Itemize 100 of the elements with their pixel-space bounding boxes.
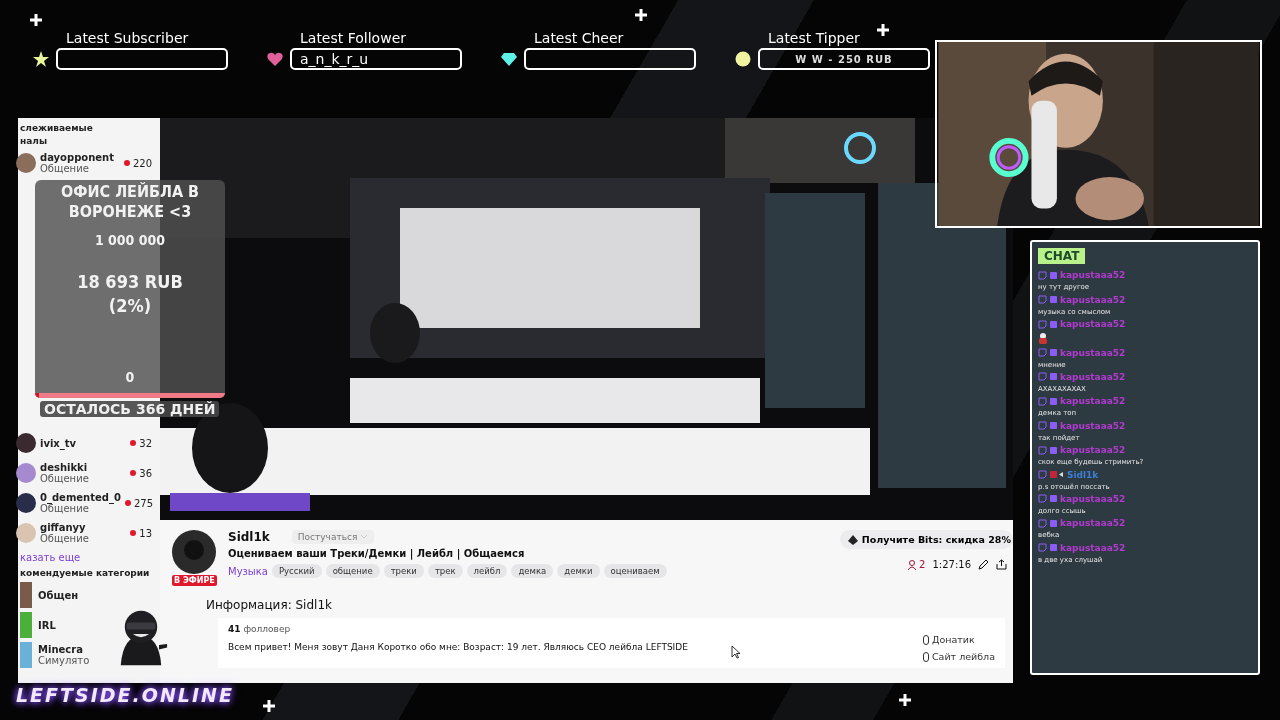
days-left: ОСТАЛОСЬ 366 ДНЕЙ: [40, 401, 220, 417]
pencil-icon[interactable]: [978, 559, 989, 570]
link-icon: [922, 651, 929, 662]
link-icon: [922, 634, 929, 645]
link[interactable]: Донатик: [922, 634, 995, 645]
channel-category: Общение: [40, 533, 89, 544]
live-badge: В ЭФИРЕ: [172, 575, 217, 586]
twitch-icon: [1038, 421, 1047, 431]
sub-badge-icon: [1050, 422, 1057, 430]
widget-label: Latest Tipper: [768, 30, 861, 46]
tag[interactable]: лейбл: [466, 564, 508, 578]
channel-category: Общение: [40, 163, 89, 174]
mouse-cursor-icon: [731, 645, 741, 659]
tag[interactable]: общение: [325, 564, 380, 578]
share-icon[interactable]: [996, 559, 1007, 570]
sparkle-icon: [899, 694, 911, 706]
tag[interactable]: демки: [557, 564, 600, 578]
sparkle-icon: [635, 9, 647, 21]
sidebar-header: комендуемые категории: [20, 567, 151, 580]
sparkle-icon: [30, 14, 42, 26]
goal-amount: 18 693 RUB (2%): [77, 270, 183, 318]
bio-text: Всем привет! Меня зовут Даня Коротко обо мне: Возраст: 19 лет. Являюсь CEO лейбла LEFTSIDE: [228, 642, 688, 652]
sub-badge-icon: [1050, 495, 1057, 503]
sidebar-header: налы: [20, 135, 49, 148]
category-thumbnail: [20, 642, 32, 668]
twitch-icon: [1038, 543, 1047, 553]
gem-icon: [500, 50, 518, 68]
category-genre: Симулято: [38, 655, 90, 666]
goal-title: ОФИС ЛЕЙБЛА В ВОРОНЕЖЕ <3: [60, 182, 200, 222]
viewer-count: 32: [130, 437, 152, 449]
sub-badge-icon: [1050, 519, 1057, 527]
widget-value: W W - 250 RUB: [795, 53, 893, 65]
uptime: 1:27:16: [932, 559, 971, 570]
widget-label: Latest Subscriber: [66, 30, 190, 46]
person-icon: [907, 559, 918, 570]
widget-value: a_n_k_r_u: [300, 51, 369, 67]
coin-icon: [734, 50, 752, 68]
heart-icon: [266, 50, 284, 68]
twitch-icon: [1038, 319, 1047, 329]
show-more-link[interactable]: казать еще: [20, 552, 160, 563]
goal-start: 0: [125, 369, 135, 385]
avatar: [16, 433, 36, 453]
channel-name: 0_demented_0: [40, 492, 121, 503]
knock-button[interactable]: Постучаться: [291, 530, 375, 544]
channel-name: giffanyy: [40, 522, 86, 533]
tag[interactable]: демка: [511, 564, 554, 578]
camera-badge-icon: [1050, 471, 1064, 478]
sparkle-icon: [263, 700, 275, 712]
avatar: [16, 463, 36, 483]
tag[interactable]: треки: [383, 564, 424, 578]
channel-avatar: [172, 530, 216, 574]
category-name: Minecra: [38, 644, 84, 655]
sub-badge-icon: [1050, 271, 1057, 279]
avatar: [16, 153, 36, 173]
tag[interactable]: оцениваем: [603, 564, 667, 578]
follower-count: 41 фолловер: [228, 624, 292, 634]
sub-badge-icon: [1050, 296, 1057, 304]
category-thumbnail: [20, 582, 32, 608]
bits-icon: [847, 534, 858, 545]
sub-badge-icon: [1050, 320, 1057, 328]
twitch-icon: [1038, 270, 1047, 280]
twitch-icon: [1038, 470, 1047, 479]
twitch-icon: [1038, 396, 1047, 406]
viewer-count: 13: [130, 527, 152, 539]
channel-name: dayopponent: [40, 152, 114, 163]
sub-badge-icon: [1050, 397, 1057, 405]
avatar: [16, 493, 36, 513]
twitch-icon: [1038, 518, 1047, 528]
twitch-icon: [1038, 445, 1047, 455]
chat-title: CHAT: [1038, 248, 1086, 264]
twitch-icon: [1038, 372, 1047, 382]
widget-label: Latest Follower: [300, 30, 407, 46]
tag[interactable]: трек: [427, 564, 463, 578]
twitch-icon: [1038, 494, 1047, 504]
sub-badge-icon: [1050, 544, 1057, 552]
channel-category: Общение: [40, 503, 89, 514]
channel-name: ivix_tv: [40, 437, 77, 449]
goal-target: 1 000 000: [94, 232, 166, 248]
category-name: Общен: [38, 589, 79, 601]
viewer-count: 275: [124, 497, 153, 509]
stream-title: Оцениваем ваши Треки/Демки | Лейбл | Общаемся: [228, 548, 526, 559]
about-title: Информация: Sidl1k: [206, 598, 333, 612]
logo: LEFTSIDE.ONLINE: [16, 684, 234, 706]
viewer-count: 2: [907, 559, 926, 570]
widget-label: Latest Cheer: [534, 30, 625, 46]
tag[interactable]: Русский: [271, 564, 322, 578]
sub-badge-icon: [1050, 446, 1057, 454]
sub-badge-icon: [1050, 349, 1057, 357]
chevron-icon: [360, 534, 369, 540]
viewer-count: 36: [130, 467, 152, 479]
category-thumbnail: [20, 612, 32, 638]
twitch-icon: [1038, 295, 1047, 305]
channel-name: Sidl1k: [228, 530, 270, 544]
link[interactable]: Сайт лейбла: [922, 651, 995, 662]
channel-name: deshikki: [40, 462, 89, 473]
bits-button[interactable]: Получите Bits: скидка 28%: [839, 530, 1013, 549]
star-icon: [32, 50, 50, 68]
viewer-count: 220: [123, 157, 152, 169]
channel-category: Общение: [40, 473, 89, 484]
category-link[interactable]: Музыка: [228, 565, 268, 577]
